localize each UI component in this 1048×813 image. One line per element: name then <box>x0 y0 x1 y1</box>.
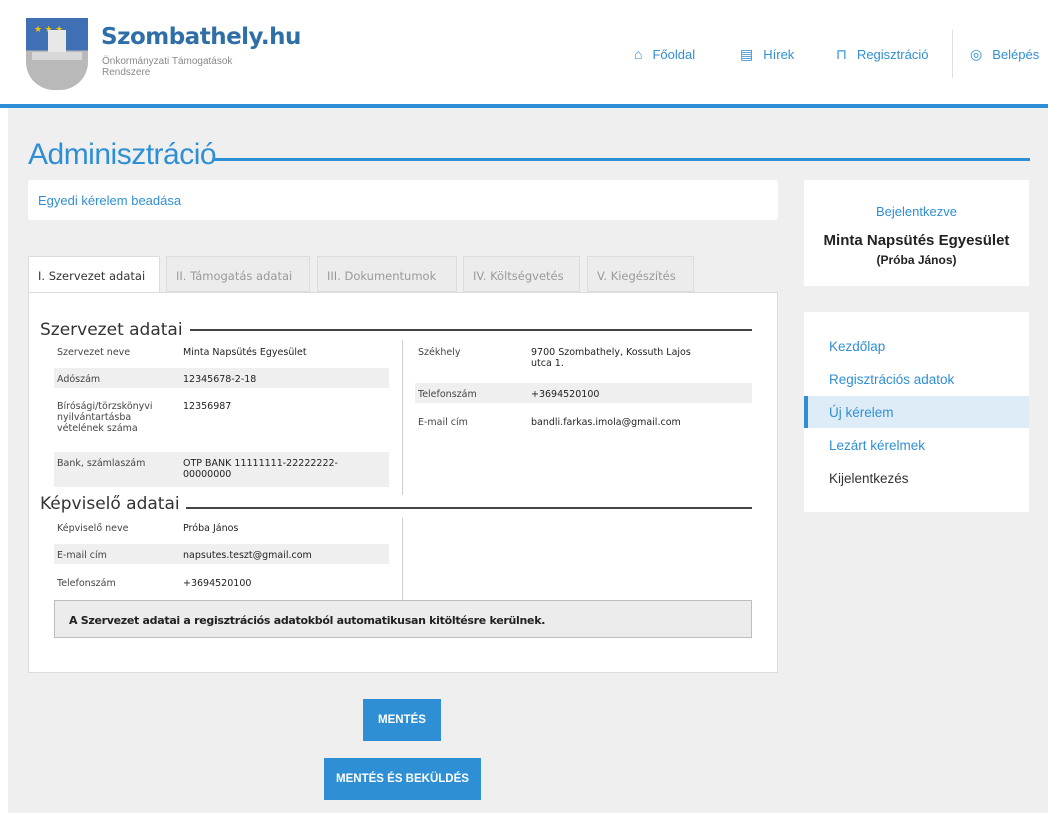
save-button[interactable]: MENTÉS <box>363 699 441 741</box>
headquarters-value: 9700 Szombathely, Kossuth Lajos utca 1. <box>531 347 691 369</box>
nav-divider <box>952 30 953 78</box>
site-header: ★ ★ ★ Szombathely.hu Önkormányzati Támog… <box>0 0 1048 108</box>
tab-support[interactable]: II. Támogatás adatai <box>166 256 310 292</box>
column-divider <box>402 518 403 600</box>
org-email-value: bandli.farkas.imola@gmail.com <box>531 417 681 428</box>
city-crest-logo[interactable]: ★ ★ ★ <box>26 18 88 90</box>
news-icon: ▤ <box>740 46 754 62</box>
sidebar-item-label: Kezdőlap <box>829 339 886 354</box>
registry-number-label: Bírósági/törzskönyvi nyilvántartásba vét… <box>57 401 153 434</box>
registry-number-value: 12356987 <box>183 401 232 412</box>
org-section-title: Szervezet adatai <box>40 320 183 340</box>
sidebar-item-closed-requests[interactable]: Lezárt kérelmek <box>804 429 1029 461</box>
breadcrumb: Egyedi kérelem beadása <box>38 193 182 208</box>
logged-in-label: Bejelentkezve <box>876 204 957 219</box>
org-phone-value: +3694520100 <box>531 389 600 400</box>
sidebar-item-label: Új kérelem <box>829 405 894 420</box>
nav-news[interactable]: ▤ Hírek <box>740 46 794 63</box>
site-name[interactable]: Szombathely.hu <box>101 24 301 50</box>
org-section-line <box>190 329 752 331</box>
bank-account-label: Bank, számlaszám <box>57 458 146 469</box>
sidebar-menu: Kezdőlap Regisztrációs adatok Új kérelem… <box>804 312 1029 512</box>
nav-home[interactable]: ⌂ Főoldal <box>634 46 695 62</box>
tab-budget[interactable]: IV. Költségvetés <box>463 256 580 292</box>
page-title: Adminisztráció <box>28 138 217 171</box>
rep-email-value: napsutes.teszt@gmail.com <box>183 550 312 561</box>
rep-section-line <box>186 507 752 509</box>
sidebar-item-label: Kijelentkezés <box>829 471 909 486</box>
nav-register[interactable]: ⊓ Regisztráció <box>836 46 928 63</box>
crest-wall-icon <box>32 52 82 60</box>
sidebar-item-label: Lezárt kérelmek <box>829 438 926 453</box>
tab-supplement[interactable]: V. Kiegészítés <box>587 256 694 292</box>
rep-name-label: Képviselő neve <box>57 523 129 534</box>
autofill-notice: A Szervezet adatai a regisztrációs adato… <box>54 600 752 638</box>
autofill-notice-text: A Szervezet adatai a regisztrációs adato… <box>69 614 546 627</box>
rep-section-title: Képviselő adatai <box>40 494 180 514</box>
bank-account-value: OTP BANK 11111111-22222222-00000000 <box>183 458 338 480</box>
org-phone-label: Telefonszám <box>418 389 477 400</box>
rep-phone-label: Telefonszám <box>57 578 116 589</box>
logged-in-org: Minta Napsütés Egyesület <box>823 232 1010 249</box>
org-name-value: Minta Napsütés Egyesület <box>183 347 307 358</box>
nav-home-label: Főoldal <box>652 46 696 62</box>
sidebar-item-label: Regisztrációs adatok <box>829 372 955 387</box>
site-subtitle: Önkormányzati Támogatások Rendszere <box>102 56 233 78</box>
tax-number-label: Adószám <box>57 374 101 385</box>
breadcrumb-box: Egyedi kérelem beadása <box>28 180 778 220</box>
nav-news-label: Hírek <box>763 47 795 62</box>
nav-login-label: Belépés <box>992 47 1040 62</box>
user-icon: ◎ <box>970 46 983 62</box>
tab-documents[interactable]: III. Dokumentumok <box>317 256 457 292</box>
org-email-label: E-mail cím <box>418 417 468 428</box>
column-divider <box>402 340 403 495</box>
rep-name-value: Próba János <box>183 523 239 534</box>
tab-organization[interactable]: I. Szervezet adatai <box>28 256 160 293</box>
save-and-submit-button[interactable]: MENTÉS ÉS BEKÜLDÉS <box>324 758 481 800</box>
logged-in-user: (Próba János) <box>876 253 957 267</box>
tax-number-value: 12345678-2-18 <box>183 374 257 385</box>
headquarters-label: Székhely <box>418 347 461 358</box>
rep-phone-value: +3694520100 <box>183 578 252 589</box>
rep-email-label: E-mail cím <box>57 550 107 561</box>
sidebar-item-logout[interactable]: Kijelentkezés <box>804 462 1029 494</box>
register-icon: ⊓ <box>836 46 847 62</box>
org-name-label: Szervezet neve <box>57 347 131 358</box>
nav-register-label: Regisztráció <box>856 47 929 62</box>
login-status-box: Bejelentkezve Minta Napsütés Egyesület (… <box>804 180 1029 286</box>
sidebar-item-home[interactable]: Kezdőlap <box>804 330 1029 362</box>
nav-login[interactable]: ◎ Belépés <box>970 46 1039 63</box>
home-icon: ⌂ <box>634 46 643 62</box>
sidebar-item-new-request[interactable]: Új kérelem <box>804 396 1029 428</box>
title-underline <box>214 158 1030 161</box>
sidebar-item-registration-data[interactable]: Regisztrációs adatok <box>804 363 1029 395</box>
